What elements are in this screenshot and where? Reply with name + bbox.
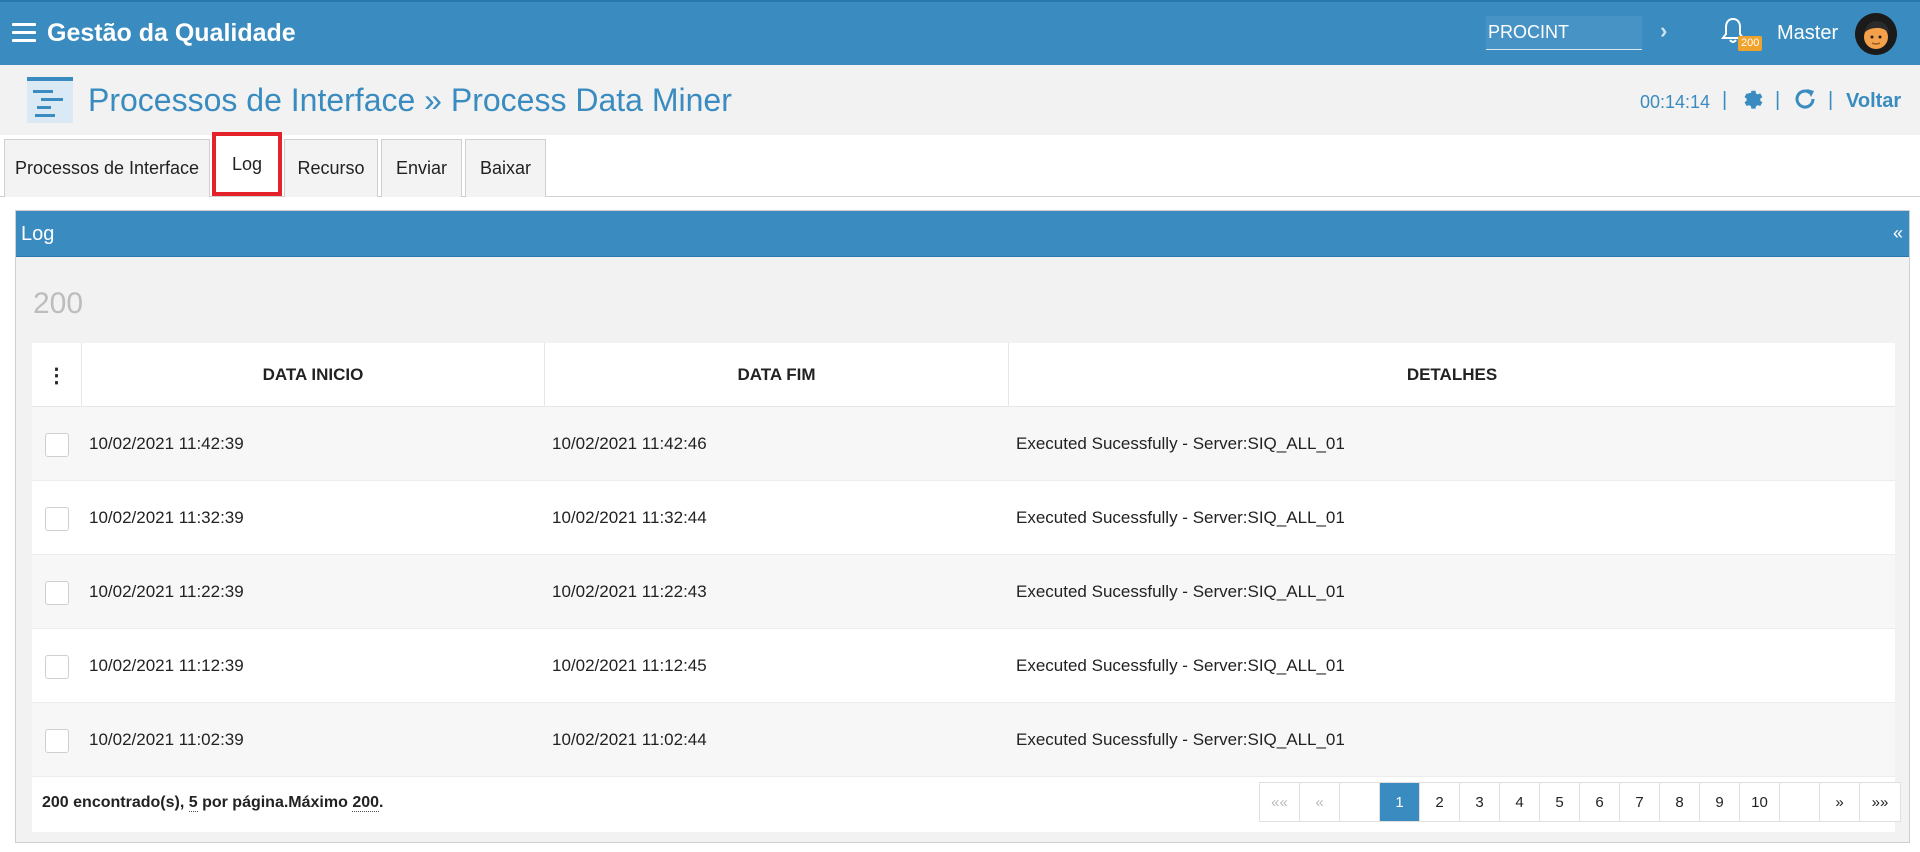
record-count: 200 xyxy=(33,287,84,320)
cell-data-inicio: 10/02/2021 11:32:39 xyxy=(89,508,244,527)
gear-icon[interactable] xyxy=(1740,87,1764,111)
per-page-label: por página.Máximo xyxy=(197,794,353,811)
notification-badge: 200 xyxy=(1738,36,1763,51)
per-page-value[interactable]: 5 xyxy=(188,794,198,812)
user-name[interactable]: Master xyxy=(1777,22,1838,45)
panel-header: Log « xyxy=(16,211,1909,257)
cell-detalhes: Executed Sucessfully - Server:SIQ_ALL_01 xyxy=(1016,582,1345,601)
column-header-data-inicio[interactable]: DATA INICIO xyxy=(82,343,545,407)
tab-log[interactable]: Log xyxy=(212,132,282,196)
app-title: Gestão da Qualidade xyxy=(47,19,296,47)
table-row[interactable]: 10/02/2021 11:32:39 10/02/2021 11:32:44 … xyxy=(32,481,1895,555)
page-button-1[interactable]: 1 xyxy=(1380,783,1420,821)
divider: | xyxy=(1828,89,1834,111)
table-row[interactable]: 10/02/2021 11:02:39 10/02/2021 11:02:44 … xyxy=(32,703,1895,777)
table-header: ⋮ DATA INICIO DATA FIM DETALHES xyxy=(32,343,1895,407)
column-menu-icon[interactable]: ⋮ xyxy=(32,343,82,407)
tab-bar: Processos de Interface Log Recurso Envia… xyxy=(0,132,1920,197)
found-count: 200 xyxy=(42,794,69,811)
collapse-icon[interactable]: « xyxy=(1893,223,1903,244)
cell-detalhes: Executed Sucessfully - Server:SIQ_ALL_01 xyxy=(1016,730,1345,749)
chevron-right-icon[interactable]: › xyxy=(1660,18,1667,44)
tab-processos-de-interface[interactable]: Processos de Interface xyxy=(4,139,210,197)
divider: | xyxy=(1722,89,1728,111)
page-button-8[interactable]: 8 xyxy=(1660,783,1700,821)
cell-data-inicio: 10/02/2021 11:02:39 xyxy=(89,730,244,749)
prev-page-button[interactable]: « xyxy=(1300,783,1340,821)
table-row[interactable]: 10/02/2021 11:42:39 10/02/2021 11:42:46 … xyxy=(32,407,1895,481)
pager-spacer xyxy=(1340,783,1380,821)
summary-end: . xyxy=(379,794,384,811)
panel-title: Log xyxy=(21,223,55,245)
page-button-5[interactable]: 5 xyxy=(1540,783,1580,821)
page-button-10[interactable]: 10 xyxy=(1740,783,1780,821)
row-checkbox[interactable] xyxy=(45,507,69,531)
avatar[interactable] xyxy=(1855,13,1897,55)
cell-data-fim: 10/02/2021 11:12:45 xyxy=(552,656,707,675)
cell-detalhes: Executed Sucessfully - Server:SIQ_ALL_01 xyxy=(1016,508,1345,527)
column-header-data-fim[interactable]: DATA FIM xyxy=(545,343,1009,407)
tab-enviar[interactable]: Enviar xyxy=(381,139,462,197)
pager-spacer xyxy=(1780,783,1820,821)
process-icon xyxy=(27,77,73,123)
row-checkbox[interactable] xyxy=(45,433,69,457)
log-table: ⋮ DATA INICIO DATA FIM DETALHES 10/02/20… xyxy=(32,343,1895,832)
next-page-button[interactable]: » xyxy=(1820,783,1860,821)
page-button-7[interactable]: 7 xyxy=(1620,783,1660,821)
page-button-3[interactable]: 3 xyxy=(1460,783,1500,821)
refresh-icon[interactable] xyxy=(1793,87,1817,111)
column-header-detalhes[interactable]: DETALHES xyxy=(1009,343,1895,407)
tab-recurso[interactable]: Recurso xyxy=(284,139,378,197)
tab-baixar[interactable]: Baixar xyxy=(465,139,546,197)
top-bar: Gestão da Qualidade PROCINT › 200 Master xyxy=(0,0,1920,65)
cell-data-inicio: 10/02/2021 11:12:39 xyxy=(89,656,244,675)
page-button-6[interactable]: 6 xyxy=(1580,783,1620,821)
context-selector[interactable]: PROCINT xyxy=(1486,16,1642,50)
max-value[interactable]: 200 xyxy=(352,794,380,812)
row-checkbox[interactable] xyxy=(45,655,69,679)
cell-detalhes: Executed Sucessfully - Server:SIQ_ALL_01 xyxy=(1016,434,1345,453)
back-link[interactable]: Voltar xyxy=(1846,90,1901,113)
found-label: encontrado(s), xyxy=(68,794,189,811)
page-button-2[interactable]: 2 xyxy=(1420,783,1460,821)
first-page-button[interactable]: «« xyxy=(1260,783,1300,821)
cell-data-fim: 10/02/2021 11:32:44 xyxy=(552,508,707,527)
avatar-icon xyxy=(1855,13,1897,55)
session-timer: 00:14:14 xyxy=(1640,92,1711,112)
pagination: «« « 1 2 3 4 5 6 7 8 9 10 » »» xyxy=(1259,782,1901,822)
row-checkbox[interactable] xyxy=(45,729,69,753)
cell-data-inicio: 10/02/2021 11:22:39 xyxy=(89,582,244,601)
title-bar: Processos de Interface » Process Data Mi… xyxy=(0,65,1920,135)
log-panel: Log « 200 ⋮ DATA INICIO DATA FIM DETALHE… xyxy=(15,210,1910,843)
page-button-9[interactable]: 9 xyxy=(1700,783,1740,821)
notifications-button[interactable]: 200 xyxy=(1720,16,1763,56)
row-checkbox[interactable] xyxy=(45,581,69,605)
table-row[interactable]: 10/02/2021 11:22:39 10/02/2021 11:22:43 … xyxy=(32,555,1895,629)
cell-data-inicio: 10/02/2021 11:42:39 xyxy=(89,434,244,453)
page-title: Processos de Interface » Process Data Mi… xyxy=(88,82,732,118)
divider: | xyxy=(1775,89,1781,111)
page-button-4[interactable]: 4 xyxy=(1500,783,1540,821)
pagination-summary: 200 encontrado(s), 5 por página.Máximo 2… xyxy=(42,794,383,812)
menu-icon[interactable] xyxy=(12,23,36,43)
table-row[interactable]: 10/02/2021 11:12:39 10/02/2021 11:12:45 … xyxy=(32,629,1895,703)
last-page-button[interactable]: »» xyxy=(1860,783,1900,821)
cell-data-fim: 10/02/2021 11:42:46 xyxy=(552,434,707,453)
cell-data-fim: 10/02/2021 11:22:43 xyxy=(552,582,707,601)
cell-detalhes: Executed Sucessfully - Server:SIQ_ALL_01 xyxy=(1016,656,1345,675)
cell-data-fim: 10/02/2021 11:02:44 xyxy=(552,730,707,749)
